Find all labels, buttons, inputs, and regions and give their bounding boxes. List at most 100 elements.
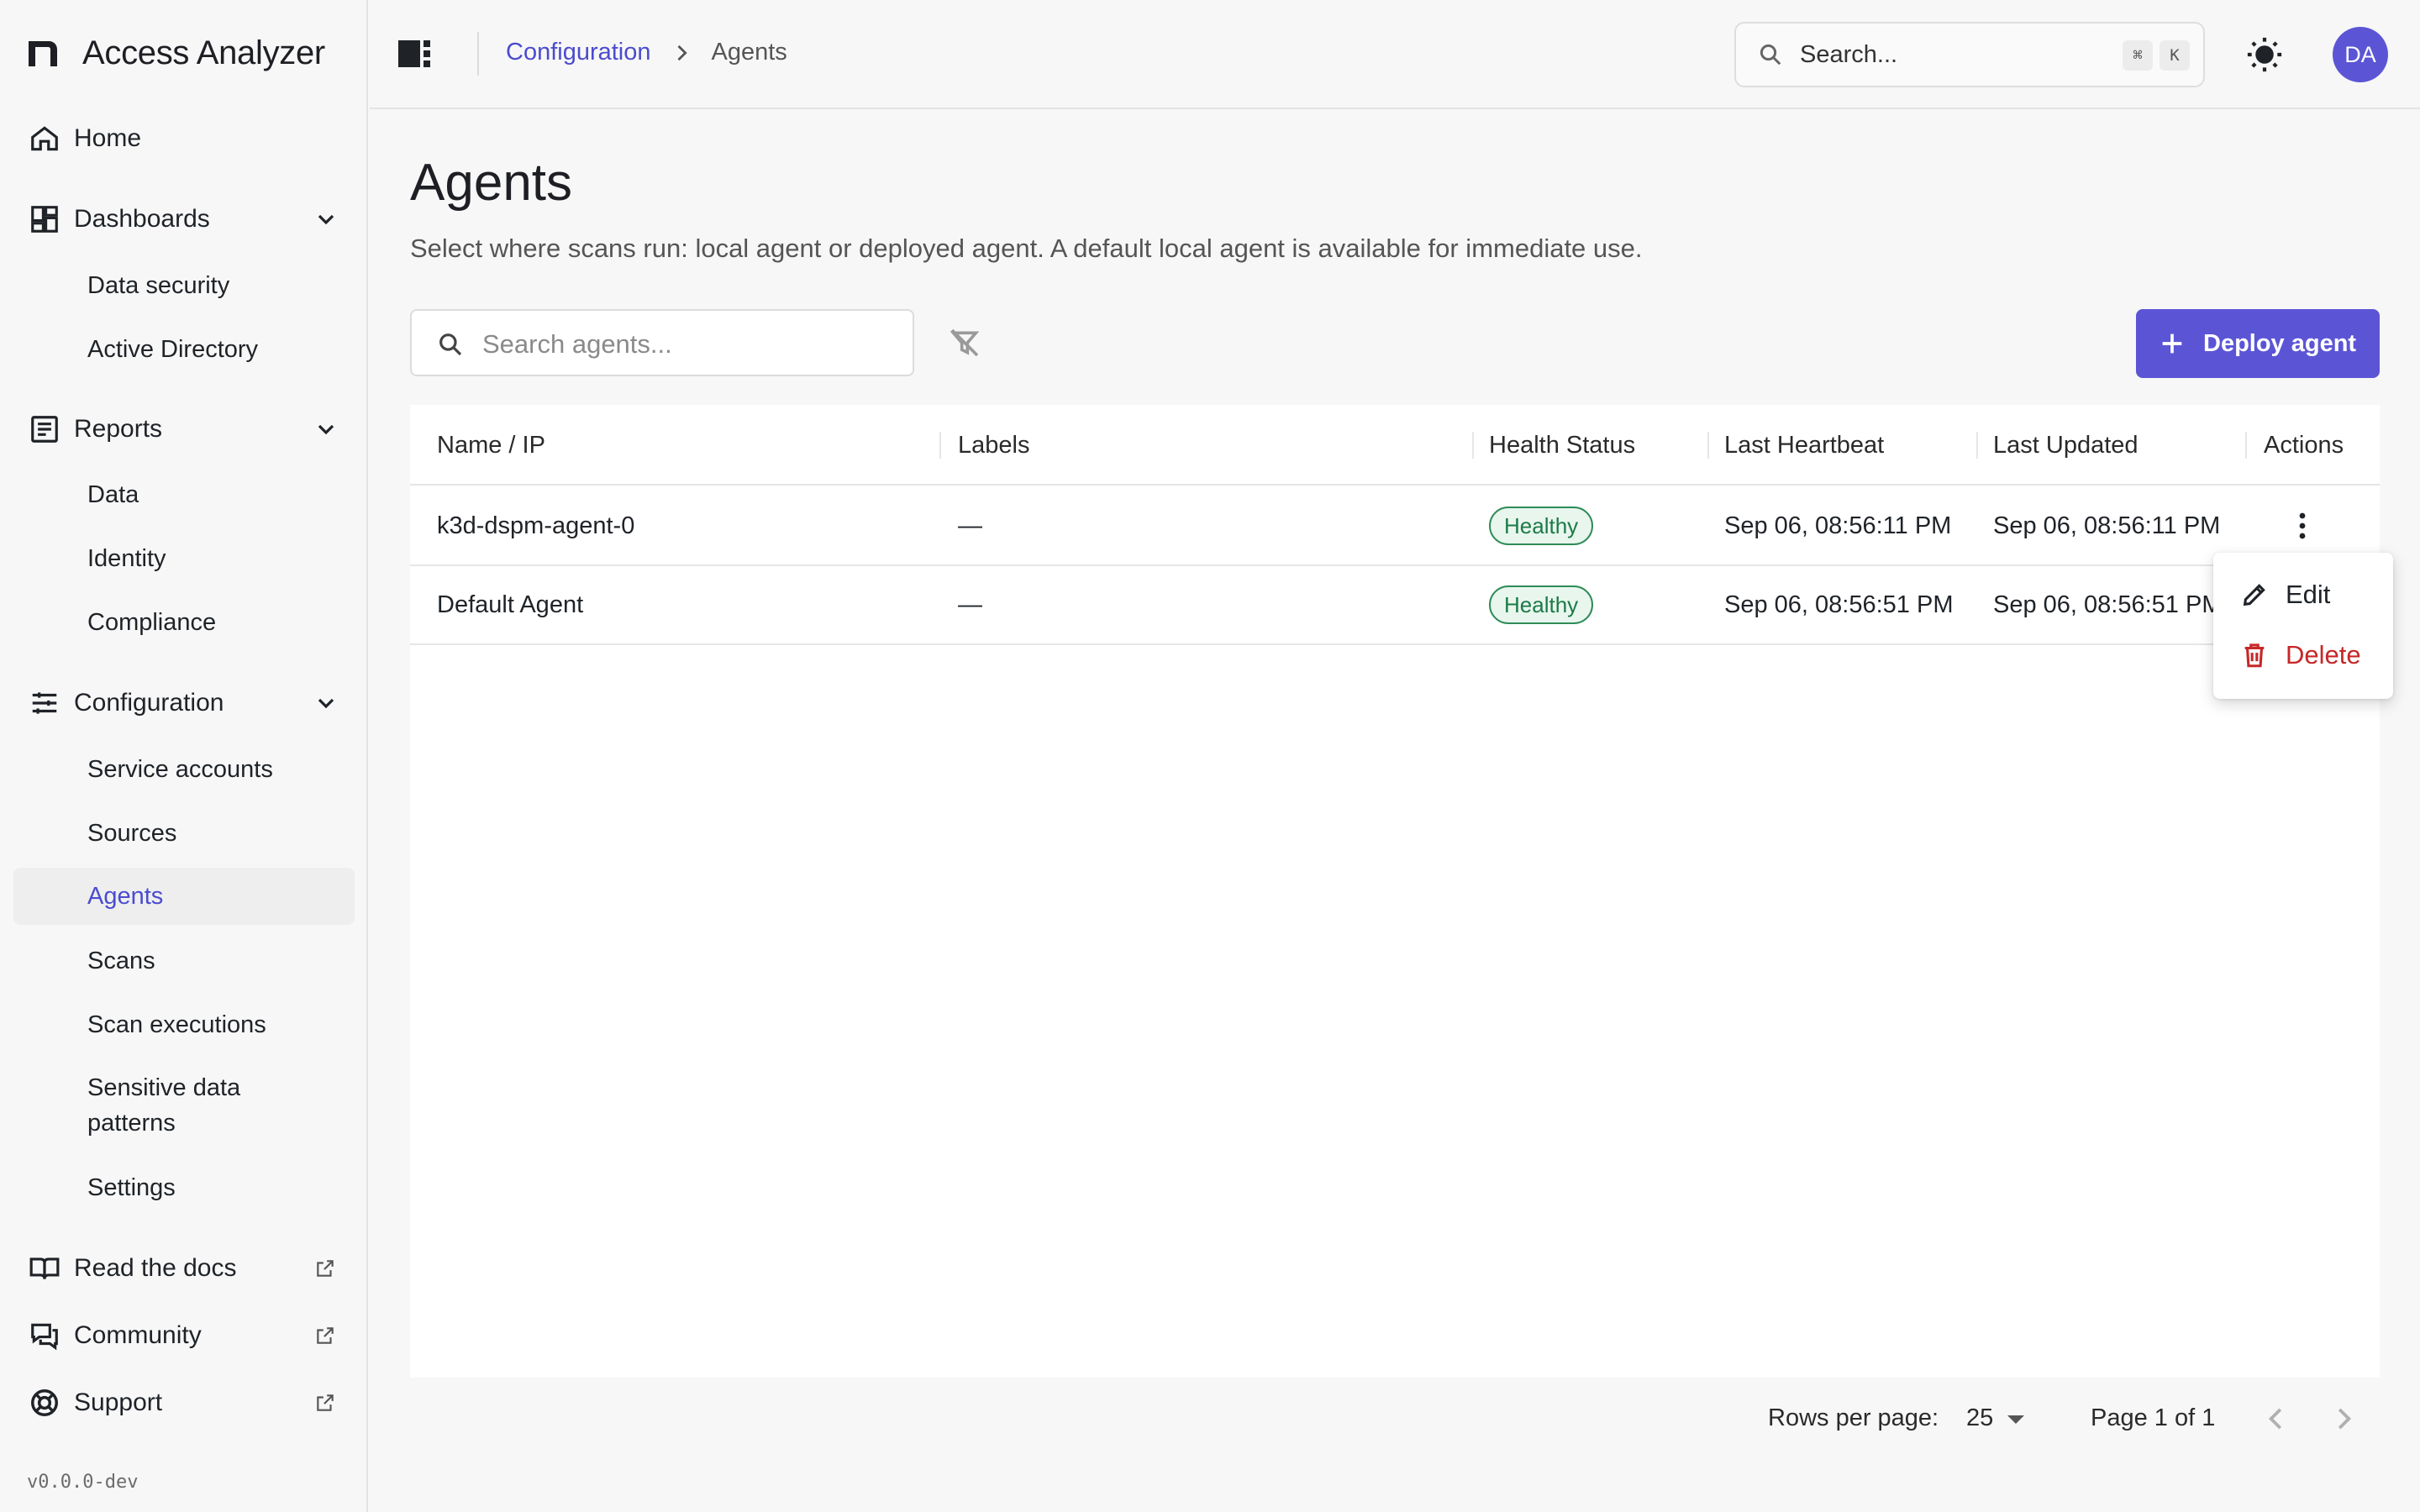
search-icon xyxy=(439,333,462,356)
sidebar-item-label: Scan executions xyxy=(87,1011,266,1038)
agents-table: Name / IP Labels Health Status Last Hear… xyxy=(410,405,2380,1378)
plus-icon xyxy=(2162,333,2182,354)
agent-name: k3d-dspm-agent-0 xyxy=(437,512,635,539)
sidebar-item-label: Data security xyxy=(87,272,230,299)
status-badge: Healthy xyxy=(1489,585,1594,624)
shortcut-key-k: K xyxy=(2160,40,2190,71)
external-link-icon xyxy=(317,1327,334,1344)
menu-item-label: Edit xyxy=(2286,580,2331,609)
chevron-right-icon[interactable] xyxy=(2328,1403,2360,1435)
sidebar-item-label: Agents xyxy=(87,883,164,910)
column-header-labels[interactable]: Labels xyxy=(958,405,1029,486)
search-icon xyxy=(1760,44,1781,66)
shortcut-key-cmd: ⌘ xyxy=(2123,40,2153,71)
column-header-last-updated[interactable]: Last Updated xyxy=(1993,405,2139,486)
agent-labels: — xyxy=(958,591,982,618)
agent-labels: — xyxy=(958,512,982,539)
user-avatar[interactable]: DA xyxy=(2333,27,2388,82)
sliders-icon xyxy=(32,692,57,714)
column-header-name[interactable]: Name / IP xyxy=(437,405,545,486)
sidebar-item-settings[interactable]: Settings xyxy=(13,1159,355,1216)
app-version: v0.0.0-dev xyxy=(27,1472,139,1493)
column-header-health-status[interactable]: Health Status xyxy=(1489,405,1635,486)
top-bar: Configuration Agents Search... ⌘ K DA xyxy=(370,0,2420,109)
sidebar-item-sensitive-data-patterns[interactable]: Sensitive data patterns xyxy=(13,1068,355,1143)
column-divider xyxy=(1472,432,1474,459)
menu-item-label: Delete xyxy=(2286,640,2361,669)
sidebar-item-scans[interactable]: Scans xyxy=(13,932,355,990)
sidebar-item-data[interactable]: Data xyxy=(13,466,355,523)
rows-per-page-label: Rows per page: xyxy=(1768,1404,1939,1431)
more-vertical-icon[interactable] xyxy=(2297,511,2307,541)
sidebar-group-reports[interactable]: Reports xyxy=(13,401,355,458)
rows-per-page-select[interactable]: 25 xyxy=(1966,1398,2033,1440)
sidebar-item-label: Sensitive data patterns xyxy=(87,1074,241,1137)
sidebar-item-label: Compliance xyxy=(87,609,217,636)
sidebar-item-home[interactable]: Home xyxy=(13,110,355,167)
sidebar-item-label: Identity xyxy=(87,545,166,572)
last-updated: Sep 06, 08:56:51 PM xyxy=(1993,591,2223,618)
sidebar-item-agents[interactable]: Agents xyxy=(13,868,355,925)
filter-off-icon[interactable] xyxy=(948,326,981,360)
sidebar-group-dashboards[interactable]: Dashboards xyxy=(13,191,355,248)
page-info: Page 1 of 1 xyxy=(2091,1404,2216,1431)
lifebuoy-icon xyxy=(31,1389,58,1416)
deploy-agent-button[interactable]: Deploy agent xyxy=(2136,309,2380,378)
global-search-input[interactable]: Search... ⌘ K xyxy=(1734,22,2205,87)
sidebar-item-scan-executions[interactable]: Scan executions xyxy=(13,996,355,1053)
health-status-cell: Healthy xyxy=(1489,566,1594,643)
sidebar-item-label: Scans xyxy=(87,948,155,974)
book-icon xyxy=(29,1257,60,1279)
external-link-icon xyxy=(317,1394,334,1411)
table-row[interactable]: k3d-dspm-agent-0 — Healthy Sep 06, 08:56… xyxy=(410,487,2380,566)
external-link-icon xyxy=(317,1260,334,1277)
table-row[interactable]: Default Agent — Healthy Sep 06, 08:56:51… xyxy=(410,566,2380,645)
divider xyxy=(477,32,479,76)
sidebar-item-active-directory[interactable]: Active Directory xyxy=(13,321,355,378)
menu-item-delete[interactable]: Delete xyxy=(2213,627,2393,684)
deploy-agent-label: Deploy agent xyxy=(2203,329,2357,357)
dashboard-icon xyxy=(31,206,58,233)
chevron-left-icon[interactable] xyxy=(2260,1403,2292,1435)
column-divider xyxy=(2245,432,2247,459)
agent-search-input[interactable]: Search agents... xyxy=(410,309,914,376)
sidebar-item-label: Home xyxy=(74,124,142,152)
agent-name: Default Agent xyxy=(437,591,584,618)
page-title: Agents xyxy=(410,154,573,212)
brand[interactable]: Access Analyzer xyxy=(27,32,325,74)
home-icon xyxy=(31,126,58,151)
sidebar-group-label: Dashboards xyxy=(74,205,210,233)
breadcrumb-current: Agents xyxy=(711,39,787,66)
sidebar-item-service-accounts[interactable]: Service accounts xyxy=(13,741,355,798)
app-name: Access Analyzer xyxy=(82,34,325,71)
column-header-last-heartbeat[interactable]: Last Heartbeat xyxy=(1724,405,1884,486)
column-divider xyxy=(939,432,941,459)
last-heartbeat: Sep 06, 08:56:51 PM xyxy=(1724,591,1954,618)
breadcrumb-link-configuration[interactable]: Configuration xyxy=(506,39,651,66)
global-search-placeholder: Search... xyxy=(1800,40,1898,68)
sidebar-link-docs[interactable]: Read the docs xyxy=(13,1240,355,1297)
sun-icon[interactable] xyxy=(2245,35,2284,74)
sidebar-item-label: Settings xyxy=(87,1174,176,1201)
sidebar-group-label: Reports xyxy=(74,415,163,443)
report-icon xyxy=(31,416,58,443)
chevron-right-icon xyxy=(677,45,687,60)
sidebar-toggle-icon[interactable] xyxy=(397,37,434,71)
sidebar-group-configuration[interactable]: Configuration xyxy=(13,675,355,732)
chevron-down-icon xyxy=(318,424,334,435)
chevron-down-icon xyxy=(318,698,334,709)
menu-item-edit[interactable]: Edit xyxy=(2213,566,2393,623)
sidebar-item-identity[interactable]: Identity xyxy=(13,530,355,587)
sidebar-item-data-security[interactable]: Data security xyxy=(13,257,355,314)
sidebar-link-support[interactable]: Support xyxy=(13,1374,355,1431)
sidebar-link-community[interactable]: Community xyxy=(13,1307,355,1364)
table-header: Name / IP Labels Health Status Last Hear… xyxy=(410,405,2380,486)
sidebar-item-compliance[interactable]: Compliance xyxy=(13,594,355,651)
sidebar-item-label: Data xyxy=(87,481,139,508)
sidebar-item-label: Read the docs xyxy=(74,1254,237,1282)
sidebar-item-sources[interactable]: Sources xyxy=(13,805,355,862)
health-status-cell: Healthy xyxy=(1489,487,1594,564)
row-actions-menu: Edit Delete xyxy=(2213,553,2393,699)
column-divider xyxy=(1976,432,1978,459)
column-divider xyxy=(1707,432,1709,459)
